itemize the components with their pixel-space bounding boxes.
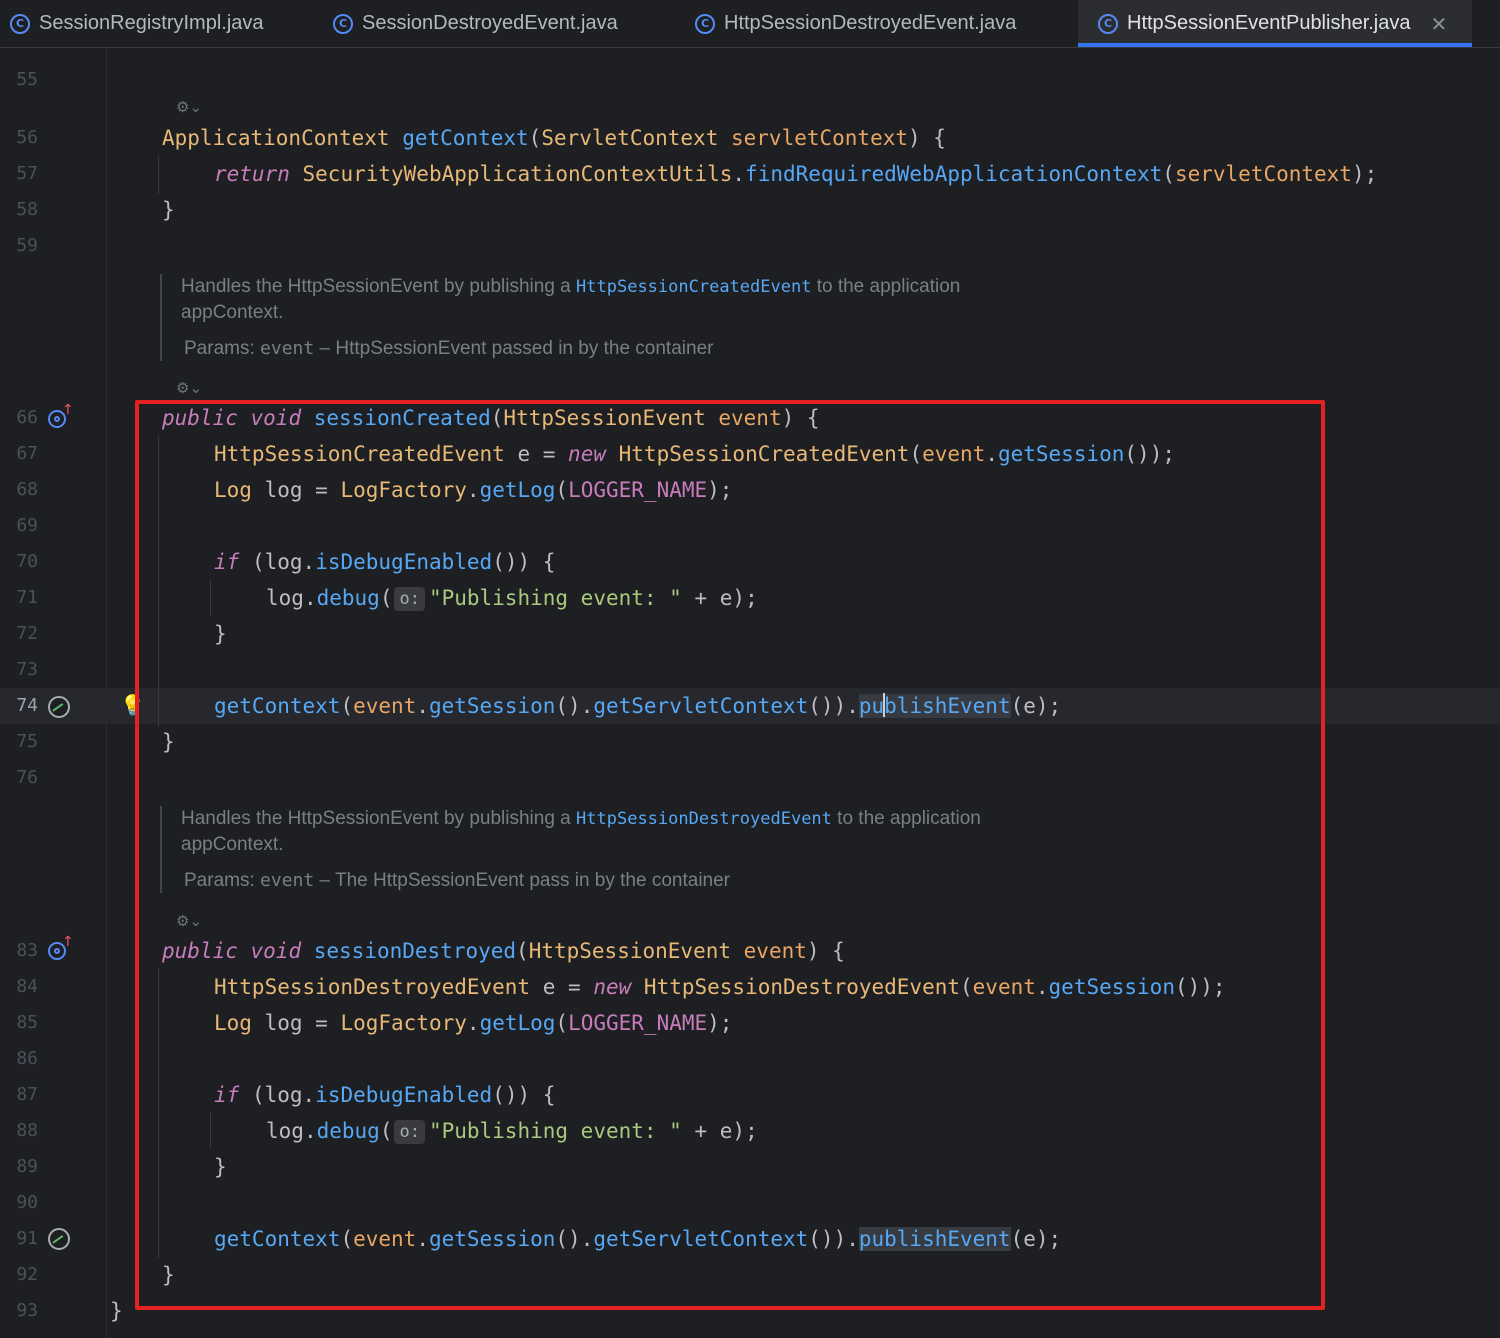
tab-label: SessionDestroyedEvent.java [362,12,618,34]
close-icon[interactable]: ✕ [1431,12,1448,36]
line-number: 66 [16,407,38,428]
line-number: 69 [16,515,38,536]
code-editor[interactable]: 55 56 57 58 59 66 67 68 69 70 71 72 73 7… [0,48,1500,1338]
line-number: 68 [16,479,38,500]
tab-session-destroyed-event[interactable]: C SessionDestroyedEvent.java [333,0,663,47]
line-number-current: 74 [16,695,38,716]
line-number: 72 [16,623,38,644]
code-line[interactable]: } [110,1298,123,1324]
class-icon: C [695,13,715,34]
tab-session-registry-impl[interactable]: C SessionRegistryImpl.java [10,0,310,47]
line-number: 86 [16,1048,38,1069]
highlight-annotation-box [135,400,1325,1310]
line-number: 70 [16,551,38,572]
arrow-up-icon: ↑ [62,934,74,950]
line-number: 89 [16,1156,38,1177]
event-listener-icon[interactable] [48,696,70,718]
line-number: 58 [16,199,38,220]
tab-label: HttpSessionDestroyedEvent.java [724,12,1017,34]
arrow-up-icon: ↑ [62,402,74,418]
class-icon: C [10,13,30,34]
ide-window: C SessionRegistryImpl.java C SessionDest… [0,0,1500,1338]
tab-label: HttpSessionEventPublisher.java [1127,12,1411,34]
class-icon: C [333,13,353,34]
line-number: 73 [16,659,38,680]
line-number: 67 [16,443,38,464]
ai-hint-icon[interactable]: ⚙⌄ [176,379,202,397]
line-number: 92 [16,1264,38,1285]
code-line[interactable]: ApplicationContext getContext(ServletCon… [162,125,946,151]
line-number: 90 [16,1192,38,1213]
line-number: 59 [16,235,38,256]
line-number: 55 [16,69,38,90]
line-number: 83 [16,940,38,961]
code-line[interactable]: } [162,197,175,223]
editor-tab-bar: C SessionRegistryImpl.java C SessionDest… [0,0,1500,48]
class-icon: C [1098,13,1118,34]
tab-http-session-event-publisher[interactable]: C HttpSessionEventPublisher.java ✕ [1078,0,1472,47]
tab-http-session-destroyed-event[interactable]: C HttpSessionDestroyedEvent.java [695,0,1055,47]
line-number: 56 [16,127,38,148]
line-number: 75 [16,731,38,752]
indent-guide [158,156,159,194]
line-number: 88 [16,1120,38,1141]
line-number: 93 [16,1300,38,1321]
tab-label: SessionRegistryImpl.java [39,12,264,34]
line-number: 85 [16,1012,38,1033]
ai-hint-icon[interactable]: ⚙⌄ [176,98,202,116]
code-line[interactable]: return SecurityWebApplicationContextUtil… [214,161,1377,187]
line-number: 76 [16,767,38,788]
line-number: 87 [16,1084,38,1105]
line-number: 57 [16,163,38,184]
line-number: 71 [16,587,38,608]
javadoc-session-created: Handles the HttpSessionEvent by publishi… [160,274,960,361]
line-number: 91 [16,1228,38,1249]
line-number: 84 [16,976,38,997]
event-listener-icon[interactable] [48,1228,70,1250]
